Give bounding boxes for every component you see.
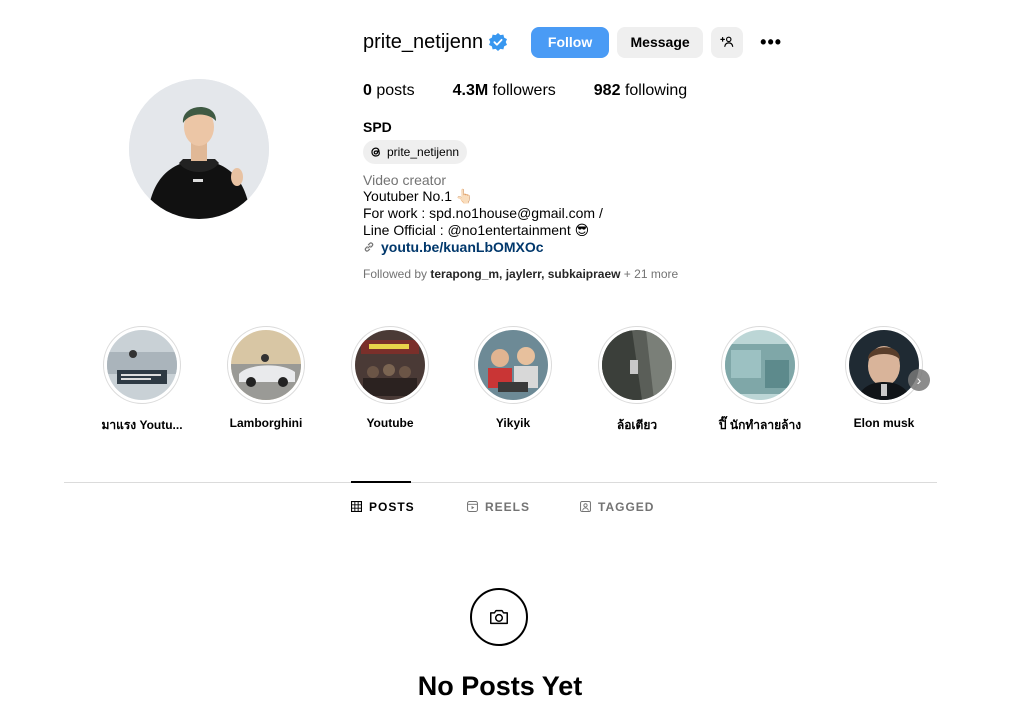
posts-stat: 0 posts [363,82,415,100]
following-count: 982 [593,82,621,99]
followed-by[interactable]: Followed by terapong_m, jaylerr, subkaip… [363,267,678,281]
highlight-label: ล้อเตียว [616,418,658,432]
followers-label: followers [492,82,556,99]
highlight-label: Lamborghini [229,416,303,430]
add-user-icon [720,36,734,47]
followed-by-prefix: Followed by [363,267,428,281]
profile-avatar[interactable] [129,79,269,219]
verified-badge-icon [489,33,508,51]
highlight-cover [725,330,795,400]
profile-display-name: SPD [363,119,392,135]
tab-reels[interactable]: REELS [467,500,530,514]
highlight-item[interactable]: Lamborghini [218,326,314,430]
active-tab-indicator [351,481,411,483]
highlight-item[interactable]: มาแรง Youtu... [94,326,190,435]
highlight-label: Youtube [366,416,414,430]
highlight-label: Yikyik [495,416,531,430]
highlight-item[interactable]: Youtube [342,326,438,430]
username: prite_netijenn [363,30,484,53]
tagged-icon [580,501,592,513]
highlight-cover [478,330,548,400]
following-stat[interactable]: 982 following [594,82,687,100]
highlight-cover [107,330,177,400]
tabs-divider [64,482,937,483]
profile-category: Video creator [363,172,447,188]
followers-stat[interactable]: 4.3M followers [453,82,556,100]
highlights-next-arrow-icon[interactable]: › [908,369,930,391]
profile-page: prite_netijenn Follow Message ••• 0 post… [0,0,1024,708]
bio-line-1: Youtuber No.1 👆🏻 [363,188,474,204]
camera-icon [470,588,528,646]
suggest-user-button[interactable] [711,26,744,58]
highlight-item[interactable]: ล้อเตียว [589,326,685,435]
tab-reels-label: REELS [485,500,531,514]
message-button[interactable]: Message [617,26,704,58]
tab-tagged[interactable]: TAGGED [580,500,654,514]
tab-posts-label: POSTS [369,500,415,514]
threads-handle: prite_netijenn [387,145,460,159]
reels-icon [467,501,479,513]
bio-line-3: Line Official : @no1entertainment 😎 [363,222,590,238]
profile-header: prite_netijenn Follow Message ••• [363,26,787,58]
follow-button[interactable]: Follow [531,26,610,58]
highlight-cover [355,330,425,400]
highlight-label: ปิ๊ นักทำลายล้าง [718,418,802,432]
profile-stats: 0 posts 4.3M followers 982 following [363,82,725,100]
highlight-label: Elon musk [853,416,915,430]
posts-count: 0 [363,82,372,99]
bio-line-2: For work : spd.no1house@gmail.com / [363,205,603,221]
posts-label: posts [376,82,415,99]
highlight-cover [849,330,919,400]
grid-icon [351,501,363,513]
more-options-button[interactable]: ••• [755,27,787,58]
highlight-cover [602,330,672,400]
highlight-item[interactable]: Yikyik [465,326,561,430]
highlight-item[interactable]: ปิ๊ นักทำลายล้าง [712,326,808,435]
link-icon [363,241,375,253]
following-label: following [624,82,688,99]
threads-icon [369,145,383,159]
bio-link-text: youtu.be/kuanLbOMXOc [381,239,544,255]
followed-by-names: terapong_m, jaylerr, subkaipraew [430,267,621,281]
tab-tagged-label: TAGGED [598,500,655,514]
followers-count: 4.3M [452,82,489,99]
empty-state-title: No Posts Yet [417,671,583,701]
tab-posts[interactable]: POSTS [351,500,415,514]
followed-by-suffix: + 21 more [623,267,679,281]
bio-link[interactable]: youtu.be/kuanLbOMXOc [363,239,544,255]
threads-badge[interactable]: prite_netijenn [363,140,468,164]
highlight-cover [231,330,301,400]
highlight-label: มาแรง Youtu... [101,418,183,432]
